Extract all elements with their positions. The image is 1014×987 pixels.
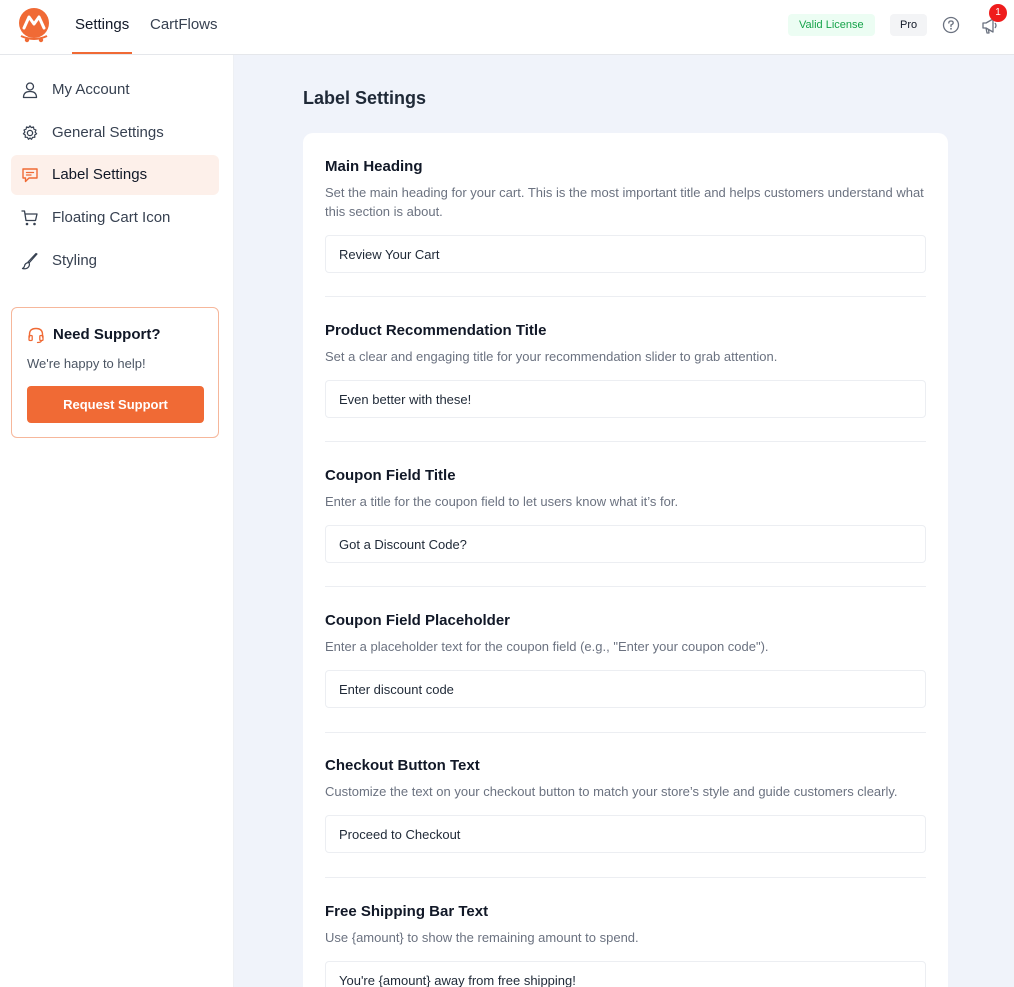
tab-cartflows[interactable]: CartFlows <box>150 16 218 33</box>
app-logo[interactable] <box>15 6 53 44</box>
tab-settings[interactable]: Settings <box>75 16 129 33</box>
notification-count-badge[interactable]: 1 <box>989 4 1007 22</box>
chat-icon <box>22 168 38 183</box>
checkout-button-text-input[interactable] <box>325 815 926 853</box>
active-tab-indicator <box>72 52 132 54</box>
sidebar-item-label: Floating Cart Icon <box>52 209 171 226</box>
sidebar-item-styling[interactable]: Styling <box>11 241 219 281</box>
coupon-title-input[interactable] <box>325 525 926 563</box>
field-description: Enter a title for the coupon field to le… <box>325 494 679 509</box>
sidebar-item-floating-cart-icon[interactable]: Floating Cart Icon <box>11 198 219 238</box>
support-card: Need Support? We're happy to help! Reque… <box>11 307 219 438</box>
field-title: Coupon Field Title <box>325 467 456 484</box>
divider <box>325 441 926 442</box>
field-description: Customize the text on your checkout butt… <box>325 784 898 799</box>
field-title: Checkout Button Text <box>325 757 480 774</box>
sidebar-item-label: Styling <box>52 252 98 269</box>
field-free-shipping-bar-text: Free Shipping Bar Text Use {amount} to s… <box>325 903 926 987</box>
user-icon <box>22 82 38 99</box>
plan-badge: Pro <box>890 14 928 36</box>
field-description: Enter a placeholder text for the coupon … <box>325 639 769 654</box>
sidebar-item-label: General Settings <box>52 124 164 141</box>
field-description: Set a clear and engaging title for your … <box>325 349 778 364</box>
license-status-badge: Valid License <box>788 14 875 36</box>
divider <box>325 586 926 587</box>
field-product-recommendation-title: Product Recommendation Title Set a clear… <box>325 322 926 418</box>
field-coupon-title: Coupon Field Title Enter a title for the… <box>325 467 926 563</box>
field-title: Main Heading <box>325 158 423 175</box>
field-title: Product Recommendation Title <box>325 322 547 339</box>
divider <box>325 732 926 733</box>
main-content: Label Settings Main Heading Set the main… <box>234 55 1014 987</box>
sidebar-item-my-account[interactable]: My Account <box>11 70 219 110</box>
sidebar: My Account General Settings Label Settin… <box>0 55 234 987</box>
divider <box>325 877 926 878</box>
sidebar-item-label: Label Settings <box>52 166 148 183</box>
sidebar-item-label-settings[interactable]: Label Settings <box>11 155 219 195</box>
brush-icon <box>21 252 38 270</box>
support-title: Need Support? <box>53 326 161 343</box>
gear-icon <box>22 125 38 140</box>
top-bar: Settings CartFlows Valid License Pro 1 <box>0 0 1014 55</box>
headset-icon <box>28 327 44 344</box>
field-coupon-placeholder: Coupon Field Placeholder Enter a placeho… <box>325 612 926 708</box>
page-title: Label Settings <box>303 88 427 108</box>
field-title: Free Shipping Bar Text <box>325 903 489 920</box>
request-support-button[interactable]: Request Support <box>27 386 204 423</box>
field-checkout-button-text: Checkout Button Text Customize the text … <box>325 757 926 853</box>
sidebar-item-general-settings[interactable]: General Settings <box>11 113 219 153</box>
sidebar-item-label: My Account <box>52 81 130 98</box>
field-description: Set the main heading for your cart. This… <box>325 185 924 219</box>
label-settings-card: Main Heading Set the main heading for yo… <box>303 133 948 987</box>
field-description: Use {amount} to show the remaining amoun… <box>325 930 639 945</box>
help-icon[interactable] <box>942 16 960 34</box>
field-title: Coupon Field Placeholder <box>325 612 511 629</box>
cart-icon <box>21 210 38 226</box>
main-heading-input[interactable] <box>325 235 926 273</box>
recommendation-title-input[interactable] <box>325 380 926 418</box>
field-main-heading: Main Heading Set the main heading for yo… <box>325 158 926 273</box>
support-subtitle: We're happy to help! <box>27 356 146 371</box>
divider <box>325 296 926 297</box>
free-shipping-text-input[interactable] <box>325 961 926 987</box>
coupon-placeholder-input[interactable] <box>325 670 926 708</box>
